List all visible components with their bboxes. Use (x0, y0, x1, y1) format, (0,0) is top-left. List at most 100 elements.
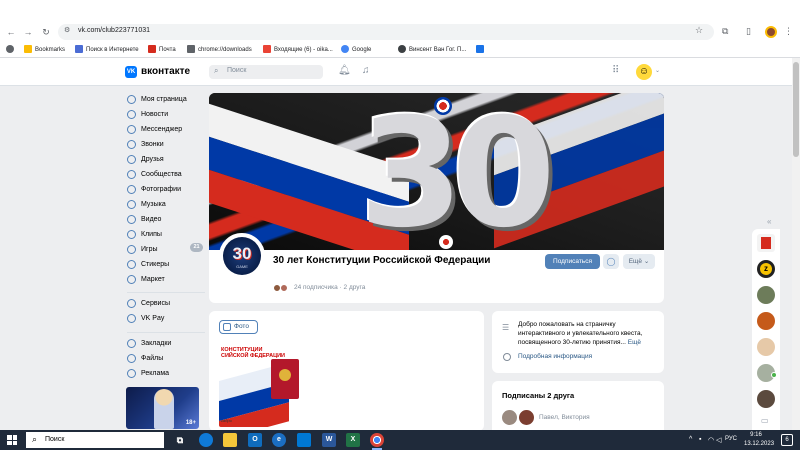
sidebar-item-music[interactable]: Музыка (127, 198, 166, 211)
details-link[interactable]: Подробная информация (518, 353, 592, 360)
excel-icon[interactable]: X (346, 433, 360, 447)
games-icon (127, 245, 136, 254)
sidebar-item-calls[interactable]: Звонки (127, 138, 164, 151)
sidebar-item-news[interactable]: Новости (127, 108, 168, 121)
sidebar-item-messenger[interactable]: Мессенджер (127, 123, 182, 136)
edge-icon[interactable] (199, 433, 213, 447)
chrome-icon[interactable] (370, 433, 384, 447)
store-icon[interactable] (297, 433, 311, 447)
chevron-down-icon[interactable]: ⌄ (655, 67, 660, 74)
windows-start-icon[interactable] (7, 435, 17, 445)
reload-icon[interactable]: ↻ (40, 26, 52, 38)
back-arrow-icon[interactable]: ← (5, 26, 17, 38)
network-icon[interactable]: ◠ (708, 436, 714, 444)
bookmark-item-downloads[interactable]: chrome://downloads (187, 44, 252, 56)
bookmark-item-vangogh[interactable]: Винсент Ван Гог. П... (398, 44, 466, 56)
site-info-icon[interactable]: ⚙ (64, 26, 70, 34)
sidebar-item-friends[interactable]: Друзья (127, 153, 164, 166)
sidebar-item-label: Друзья (141, 156, 164, 163)
messages-icon[interactable]: ▭ (761, 416, 769, 425)
address-bar[interactable] (58, 24, 714, 40)
bookmark-item-bookmarks[interactable]: Bookmarks (24, 44, 65, 56)
outlook-icon[interactable]: O (248, 433, 262, 447)
group-meta[interactable]: 24 подписчика · 2 друга (294, 284, 365, 291)
friend-avatar[interactable] (280, 284, 288, 292)
tray-expand-icon[interactable]: ^ (689, 436, 692, 443)
side-panel-icon[interactable]: ▯ (746, 26, 751, 37)
extensions-icon[interactable]: ⧉ (722, 26, 728, 37)
message-button[interactable]: ◯ (603, 254, 619, 269)
sidebar-item-games[interactable]: Игры (127, 243, 158, 256)
file-explorer-icon[interactable] (223, 433, 237, 447)
taskbar-clock[interactable]: 9:16 13.12.2023 (744, 431, 774, 449)
collapse-chats-icon[interactable]: « (767, 217, 771, 226)
sidebar-item-label: Файлы (141, 355, 164, 362)
word-icon[interactable]: W (322, 433, 336, 447)
sidebar-item-ads[interactable]: Реклама (127, 367, 169, 380)
apps-grid-icon[interactable]: ⠿ (612, 65, 619, 76)
info-more-link[interactable]: Ещё (628, 339, 641, 346)
bell-icon[interactable]: 🔔︎ (338, 65, 351, 76)
more-button[interactable]: Ещё ⌄ (623, 254, 655, 269)
sidebar-item-video[interactable]: Видео (127, 213, 161, 226)
tray-icon[interactable]: ▪ (699, 436, 701, 443)
group-avatar[interactable]: 30 GAME (223, 237, 261, 275)
friends-icon (127, 155, 136, 164)
sidebar-item-services[interactable]: Сервисы (127, 297, 170, 310)
vk-logo-text[interactable]: вконтакте (141, 66, 190, 77)
vk-logo-icon[interactable]: VK (125, 66, 137, 78)
bookmark-item-google[interactable]: Google (341, 44, 371, 56)
sidebar-item-clips[interactable]: Клипы (127, 228, 162, 241)
chat-avatar[interactable] (757, 312, 775, 330)
chat-bubble-icon: ◯ (606, 257, 616, 266)
sidebar-item-communities[interactable]: Сообщества (127, 168, 182, 181)
friend-avatar[interactable] (519, 410, 534, 425)
sidebar-item-market[interactable]: Маркет (127, 273, 165, 286)
files-icon (127, 354, 136, 363)
bookmark-item-gmail[interactable]: Входящие (6) - oika... (263, 44, 333, 56)
sidebar-item-label: Клипы (141, 231, 162, 238)
bookmark-item-search[interactable]: Поиск в Интернете (75, 44, 139, 56)
sidebar-item-files[interactable]: Файлы (127, 352, 163, 365)
bookmark-item-extra[interactable] (476, 44, 487, 56)
chat-avatar[interactable] (757, 286, 775, 304)
apps-icon[interactable] (6, 44, 17, 56)
chat-avatar[interactable]: z (757, 260, 775, 278)
promo-banner[interactable]: 18+ (126, 387, 199, 429)
address-bar-url: vk.com/club223771031 (78, 27, 150, 34)
language-indicator[interactable]: РУС (725, 436, 737, 442)
friend-avatar[interactable] (502, 410, 517, 425)
sidebar-item-photos[interactable]: Фотографии (127, 183, 181, 196)
group-cover: 30 (209, 93, 664, 250)
user-avatar[interactable]: ☺ (636, 64, 652, 80)
music-note-icon[interactable]: ♫ (362, 65, 370, 76)
gmail-icon (263, 45, 271, 54)
market-icon (127, 275, 136, 284)
sidebar-item-bookmarks[interactable]: Закладки (127, 337, 171, 350)
bookmarks-icon (127, 339, 136, 348)
info-description: Добро пожаловать на страничку интерактив… (518, 321, 643, 346)
sidebar-item-label: Закладки (141, 340, 172, 347)
scrollbar-thumb[interactable] (793, 62, 799, 157)
sidebar-item-my-page[interactable]: Моя страница (127, 93, 187, 106)
bookmark-star-icon[interactable]: ☆ (695, 25, 703, 36)
forward-arrow-icon[interactable]: → (22, 26, 34, 38)
chat-avatar[interactable] (757, 338, 775, 356)
volume-icon[interactable]: ◁ (716, 436, 721, 444)
subscribe-button[interactable]: Подписаться (545, 254, 600, 269)
sidebar-item-stickers[interactable]: Стикеры (127, 258, 169, 271)
friends-subscribed-title[interactable]: Подписаны 2 друга (502, 391, 574, 400)
kebab-menu-icon[interactable]: ⋮ (784, 26, 793, 37)
task-view-icon[interactable]: ⧉ (173, 433, 187, 447)
internet-explorer-icon[interactable]: e (272, 433, 286, 447)
messenger-icon (127, 125, 136, 134)
photo-thumbnail[interactable]: КОНСТИТУЦИИ СИЙСКОЙ ФЕДЕРАЦИИ кабря (219, 343, 303, 427)
camera-icon (223, 323, 231, 331)
notification-center-icon[interactable]: 6 (781, 434, 793, 446)
sidebar-item-vk-pay[interactable]: VK Pay (127, 312, 164, 325)
bookmark-item-mail[interactable]: Почта (148, 44, 176, 56)
profile-avatar[interactable] (765, 26, 777, 38)
my-page-icon (127, 95, 136, 104)
chat-avatar[interactable] (757, 390, 775, 408)
chat-avatar[interactable] (757, 234, 775, 252)
